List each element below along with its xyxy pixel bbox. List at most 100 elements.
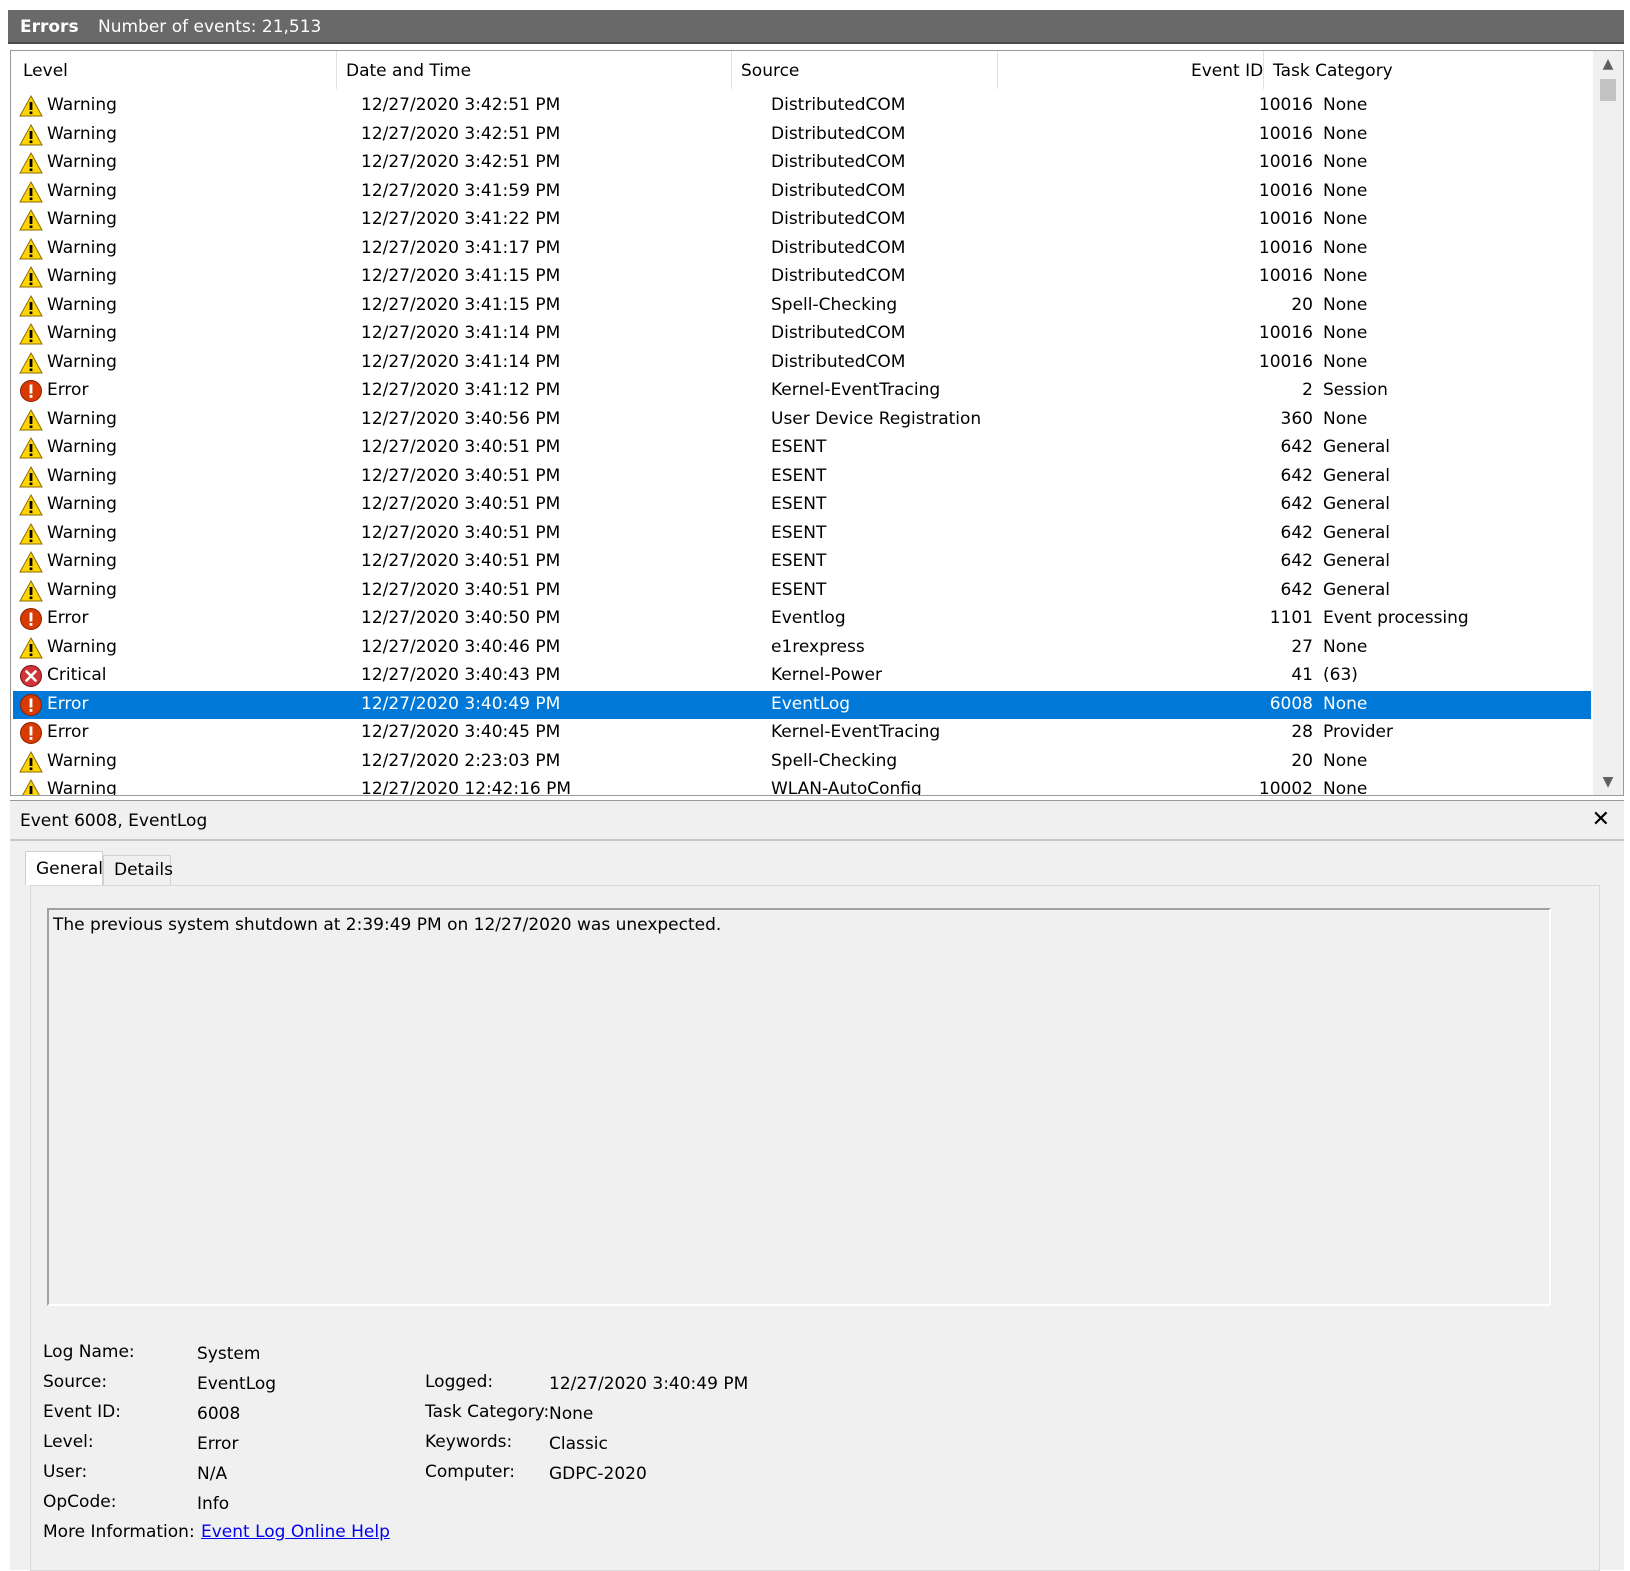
table-row[interactable]: Warning 12/27/2020 3:41:22 PM DistributedC… — [13, 206, 1591, 235]
computer-value[interactable]: GDPC-2020 — [549, 1464, 647, 1484]
column-source[interactable]: Source — [741, 61, 799, 81]
table-row[interactable]: Warning 12/27/2020 3:41:15 PM DistributedC… — [13, 263, 1591, 292]
event-date: 12/27/2020 2:23:03 PM — [361, 750, 561, 771]
column-divider[interactable] — [336, 51, 337, 89]
table-row-selected[interactable]: Error 12/27/2020 3:40:49 PM EventLog 6008 No… — [13, 690, 1591, 719]
event-id: 20 — [1291, 750, 1313, 771]
event-date: 12/27/2020 3:40:51 PM — [361, 579, 561, 600]
column-event-id[interactable]: Event ID — [1191, 61, 1263, 81]
event-source: ESENT — [771, 494, 827, 514]
event-level: Warning — [47, 95, 117, 115]
event-source: DistributedCOM — [771, 266, 906, 286]
event-id: 10016 — [1258, 95, 1313, 115]
table-row[interactable]: Warning 12/27/2020 3:41:17 PM DistributedC… — [13, 235, 1591, 264]
table-row[interactable]: Warning 12/27/2020 3:41:59 PM DistributedC… — [13, 178, 1591, 207]
task-category-value[interactable]: None — [549, 1404, 593, 1424]
event-level: Warning — [47, 266, 117, 286]
column-divider[interactable] — [731, 51, 732, 89]
detail-title: Event 6008, EventLog — [20, 811, 208, 831]
event-log-help-link[interactable]: Event Log Online Help — [201, 1522, 390, 1542]
event-date: 12/27/2020 3:40:51 PM — [361, 437, 561, 457]
event-source: Eventlog — [771, 608, 846, 628]
event-task-category: Event processing — [1323, 608, 1469, 628]
table-row[interactable]: Warning 12/27/2020 3:42:51 PM DistributedC… — [13, 121, 1591, 150]
column-divider[interactable] — [997, 51, 998, 89]
table-row[interactable]: Warning 12/27/2020 3:41:14 PM DistributedC… — [13, 349, 1591, 378]
event-level: Warning — [47, 237, 117, 258]
table-row[interactable]: Warning 12/27/2020 12:42:16 PM WLAN-AutoCo… — [13, 776, 1591, 796]
warning-icon — [19, 208, 43, 231]
column-divider[interactable] — [1263, 51, 1264, 89]
table-row[interactable]: Warning 12/27/2020 2:23:03 PM Spell-Checki… — [13, 748, 1591, 777]
column-task-category[interactable]: Task Category — [1273, 61, 1393, 81]
event-task-category: None — [1323, 180, 1368, 201]
event-source: DistributedCOM — [771, 152, 906, 172]
opcode-value[interactable]: Info — [197, 1494, 229, 1514]
table-row[interactable]: Warning 12/27/2020 3:40:51 PM ESENT 642 Gene… — [13, 463, 1591, 492]
keywords-value[interactable]: Classic — [549, 1434, 608, 1454]
event-date: 12/27/2020 3:41:59 PM — [361, 180, 561, 201]
event-level: Warning — [47, 209, 117, 229]
table-row[interactable]: Warning 12/27/2020 3:42:51 PM DistributedC… — [13, 92, 1591, 121]
log-titlebar: Errors Number of events: 21,513 — [8, 10, 1624, 44]
event-id-value[interactable]: 6008 — [197, 1404, 240, 1424]
event-date: 12/27/2020 3:42:51 PM — [361, 95, 561, 115]
event-task-category: None — [1323, 123, 1368, 144]
event-source: User Device Registration — [771, 408, 982, 429]
table-row[interactable]: Error 12/27/2020 3:40:50 PM Eventlog 1101 Ev… — [13, 605, 1591, 634]
column-date[interactable]: Date and Time — [346, 61, 471, 81]
event-task-category: (63) — [1323, 665, 1358, 685]
table-row[interactable]: Warning 12/27/2020 3:40:51 PM ESENT 642 Gene… — [13, 491, 1591, 520]
table-row[interactable]: Warning 12/27/2020 3:40:51 PM ESENT 642 Gene… — [13, 520, 1591, 549]
logged-label: Logged: — [425, 1372, 494, 1392]
scroll-up-icon[interactable]: ▲ — [1593, 51, 1623, 77]
warning-icon — [19, 579, 43, 601]
event-id: 10016 — [1258, 152, 1313, 172]
event-task-category: General — [1323, 579, 1390, 600]
event-level: Warning — [47, 779, 117, 796]
table-row[interactable]: Warning 12/27/2020 3:40:46 PM e1rexpress 27… — [13, 634, 1591, 663]
source-value[interactable]: EventLog — [197, 1374, 276, 1394]
warning-icon — [19, 265, 43, 288]
event-id: 642 — [1280, 522, 1313, 543]
tab-details[interactable]: Details — [103, 855, 173, 885]
warning-icon — [19, 322, 43, 345]
event-id: 642 — [1280, 437, 1313, 457]
level-label: Level: — [43, 1432, 94, 1452]
table-row[interactable]: Warning 12/27/2020 3:42:51 PM DistributedC… — [13, 149, 1591, 178]
event-task-category: None — [1323, 237, 1368, 258]
table-row[interactable]: Warning 12/27/2020 3:41:14 PM DistributedC… — [13, 320, 1591, 349]
tab-general[interactable]: General — [25, 851, 103, 885]
event-date: 12/27/2020 3:42:51 PM — [361, 152, 561, 172]
logged-value[interactable]: 12/27/2020 3:40:49 PM — [549, 1374, 748, 1394]
warning-icon — [19, 436, 43, 459]
scroll-down-icon[interactable]: ▼ — [1593, 769, 1623, 795]
event-id: 10016 — [1258, 209, 1313, 229]
table-row[interactable]: Warning 12/27/2020 3:40:51 PM ESENT 642 Gene… — [13, 577, 1591, 606]
table-row[interactable]: Warning 12/27/2020 3:40:56 PM User Device … — [13, 406, 1591, 435]
opcode-label: OpCode: — [43, 1492, 117, 1512]
task-category-label: Task Category: — [425, 1402, 550, 1422]
event-id: 2 — [1302, 380, 1313, 400]
column-level[interactable]: Level — [23, 61, 68, 81]
event-date: 12/27/2020 3:41:12 PM — [361, 380, 561, 400]
warning-icon — [19, 636, 43, 658]
vertical-scrollbar[interactable]: ▲ ▼ — [1593, 51, 1623, 795]
event-level: Warning — [47, 636, 117, 657]
level-value[interactable]: Error — [197, 1434, 238, 1454]
table-row[interactable]: Error 12/27/2020 3:41:12 PM Kernel-EventTr… — [13, 377, 1591, 406]
user-value[interactable]: N/A — [197, 1464, 227, 1484]
message-box[interactable]: The previous system shutdown at 2:39:49 … — [47, 908, 1551, 1306]
table-row[interactable]: Warning 12/27/2020 3:41:15 PM Spell-Checki… — [13, 292, 1591, 321]
table-row[interactable]: Error 12/27/2020 3:40:45 PM Kernel-EventTr… — [13, 719, 1591, 748]
log-name-value[interactable]: System — [197, 1344, 260, 1364]
event-id: 10016 — [1258, 123, 1313, 144]
event-source: ESENT — [771, 579, 827, 600]
table-row[interactable]: Warning 12/27/2020 3:40:51 PM ESENT 642 Gene… — [13, 434, 1591, 463]
event-level: Warning — [47, 323, 117, 343]
event-level: Warning — [47, 750, 117, 771]
close-icon[interactable]: ✕ — [1592, 807, 1610, 832]
table-row[interactable]: Critical 12/27/2020 3:40:43 PM Kernel-Powe… — [13, 662, 1591, 691]
scroll-thumb[interactable] — [1600, 79, 1616, 101]
table-row[interactable]: Warning 12/27/2020 3:40:51 PM ESENT 642 Gene… — [13, 548, 1591, 577]
